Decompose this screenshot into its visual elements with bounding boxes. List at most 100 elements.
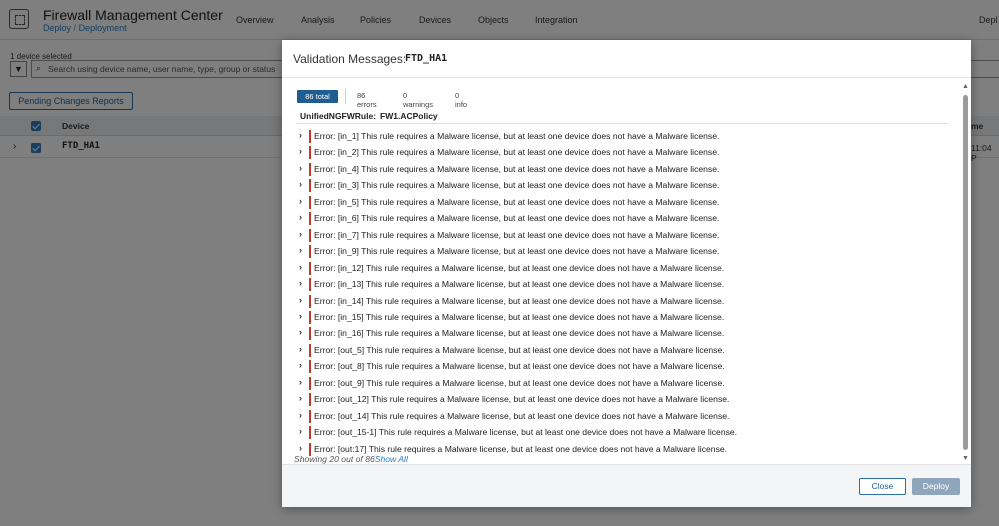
filter-divider	[345, 89, 346, 104]
list-item[interactable]: › Error: [in_2] This rule requires a Malw…	[299, 146, 939, 160]
scroll-down-icon[interactable]: ▼	[962, 455, 969, 462]
error-message-text: Error: [out_14] This rule requires a Mal…	[314, 410, 730, 421]
error-indicator	[309, 294, 311, 308]
validation-messages-dialog: Validation Messages: FTD_HA1 86 total 86…	[282, 40, 971, 507]
error-message-text: Error: [in_7] This rule requires a Malwa…	[314, 229, 720, 240]
chevron-right-icon[interactable]: ›	[299, 327, 302, 337]
chevron-right-icon[interactable]: ›	[299, 212, 302, 222]
scrollbar-thumb[interactable]	[963, 95, 968, 450]
list-item[interactable]: › Error: [in_4] This rule requires a Malw…	[299, 162, 939, 177]
chevron-right-icon[interactable]: ›	[299, 179, 302, 189]
list-item[interactable]: › Error: [in_13] This rule requires a Mal…	[299, 278, 939, 292]
list-item[interactable]: › Error: [in_5] This rule requires a Malw…	[299, 195, 939, 210]
list-item[interactable]: › Error: [in_7] This rule requires a Malw…	[299, 228, 939, 243]
dialog-device-name: FTD_HA1	[405, 53, 448, 64]
policy-divider	[296, 123, 948, 124]
chevron-right-icon[interactable]: ›	[299, 130, 302, 140]
dialog-body: 86 total 86 errors 0 warnings 0 info Uni…	[282, 79, 971, 466]
list-item[interactable]: › Error: [out_12] This rule requires a Ma…	[299, 393, 939, 407]
error-indicator	[309, 343, 311, 357]
deploy-button[interactable]: Deploy	[912, 478, 960, 495]
list-item[interactable]: › Error: [out_5] This rule requires a Mal…	[299, 343, 939, 358]
error-indicator	[309, 195, 311, 209]
chevron-right-icon[interactable]: ›	[299, 146, 302, 156]
chevron-right-icon[interactable]: ›	[299, 344, 302, 354]
chevron-right-icon[interactable]: ›	[299, 410, 302, 420]
chevron-right-icon[interactable]: ›	[299, 393, 302, 403]
error-message-text: Error: [in_6] This rule requires a Malwa…	[314, 213, 720, 224]
list-item[interactable]: › Error: [out_14] This rule requires a Ma…	[299, 409, 939, 424]
error-indicator	[309, 130, 311, 143]
chevron-right-icon[interactable]: ›	[299, 196, 302, 206]
list-item[interactable]: › Error: [in_15] This rule requires a Mal…	[299, 310, 939, 325]
error-indicator	[309, 426, 311, 440]
chevron-right-icon[interactable]: ›	[299, 360, 302, 370]
error-message-text: Error: [in_5] This rule requires a Malwa…	[314, 196, 720, 207]
dialog-title: Validation Messages:	[293, 52, 407, 66]
error-message-text: Error: [in_2] This rule requires a Malwa…	[314, 147, 720, 158]
error-message-text: Error: [in_12] This rule requires a Malw…	[314, 262, 725, 273]
error-indicator	[309, 327, 311, 341]
chevron-right-icon[interactable]: ›	[299, 229, 302, 239]
error-message-text: Error: [in_13] This rule requires a Malw…	[314, 279, 725, 290]
policy-name: FW1.ACPolicy	[380, 111, 438, 121]
error-indicator	[309, 376, 311, 390]
error-indicator	[309, 409, 311, 423]
list-item[interactable]: › Error: [out_15-1] This rule requires a …	[299, 426, 939, 440]
chevron-right-icon[interactable]: ›	[299, 245, 302, 255]
list-item[interactable]: › Error: [in_14] This rule requires a Mal…	[299, 294, 939, 309]
error-indicator	[309, 245, 311, 259]
error-indicator	[309, 162, 311, 176]
dialog-footer: Close Deploy	[282, 464, 971, 507]
showing-count: Showing 20 out of 86Show All	[294, 454, 408, 464]
list-item[interactable]: › Error: [in_16] This rule requires a Mal…	[299, 327, 939, 341]
chevron-right-icon[interactable]: ›	[299, 443, 302, 453]
scroll-up-icon[interactable]: ▲	[962, 83, 969, 90]
error-message-text: Error: [in_4] This rule requires a Malwa…	[314, 163, 720, 174]
error-message-text: Error: [in_16] This rule requires a Malw…	[314, 328, 725, 339]
error-message-text: Error: [in_9] This rule requires a Malwa…	[314, 246, 720, 257]
error-message-text: Error: [out_15-1] This rule requires a M…	[314, 427, 738, 438]
error-indicator	[309, 310, 311, 324]
chevron-right-icon[interactable]: ›	[299, 377, 302, 387]
error-message-text: Error: [out:17] This rule requires a Mal…	[314, 443, 728, 454]
error-indicator	[309, 228, 311, 242]
chevron-right-icon[interactable]: ›	[299, 426, 302, 436]
filter-errors[interactable]: 86 errors	[357, 91, 377, 109]
list-item[interactable]: › Error: [in_3] This rule requires a Malw…	[299, 179, 939, 193]
filter-warnings[interactable]: 0 warnings	[403, 91, 433, 109]
error-indicator	[309, 179, 311, 193]
chevron-right-icon[interactable]: ›	[299, 163, 302, 173]
error-message-text: Error: [out_8] This rule requires a Malw…	[314, 361, 725, 372]
policy-type: UnifiedNGFWRule:	[300, 111, 377, 121]
error-message-text: Error: [in_3] This rule requires a Malwa…	[314, 180, 720, 191]
error-indicator	[309, 393, 311, 407]
list-item[interactable]: › Error: [in_6] This rule requires a Malw…	[299, 212, 939, 226]
chevron-right-icon[interactable]: ›	[299, 278, 302, 288]
chevron-right-icon[interactable]: ›	[299, 311, 302, 321]
chevron-right-icon[interactable]: ›	[299, 262, 302, 272]
error-indicator	[309, 212, 311, 226]
list-item[interactable]: › Error: [in_12] This rule requires a Mal…	[299, 261, 939, 276]
scrollbar[interactable]: ▲ ▼	[962, 83, 970, 466]
list-item[interactable]: › Error: [in_1] This rule requires a Malw…	[299, 130, 939, 144]
error-indicator	[309, 278, 311, 292]
error-message-text: Error: [in_1] This rule requires a Malwa…	[314, 131, 720, 141]
error-indicator	[309, 360, 311, 374]
error-message-text: Error: [in_15] This rule requires a Malw…	[314, 311, 725, 322]
show-all-link[interactable]: Show All	[375, 454, 408, 464]
filter-info[interactable]: 0 info	[455, 91, 467, 109]
list-item[interactable]: › Error: [out_8] This rule requires a Mal…	[299, 360, 939, 374]
list-item[interactable]: › Error: [out_9] This rule requires a Mal…	[299, 376, 939, 391]
error-message-text: Error: [out_5] This rule requires a Malw…	[314, 344, 725, 355]
chevron-right-icon[interactable]: ›	[299, 295, 302, 305]
error-message-text: Error: [in_14] This rule requires a Malw…	[314, 295, 725, 306]
error-message-text: Error: [out_9] This rule requires a Malw…	[314, 377, 725, 388]
policy-heading: UnifiedNGFWRule: FW1.ACPolicy	[300, 111, 438, 121]
filter-total[interactable]: 86 total	[297, 90, 338, 103]
dialog-header: Validation Messages: FTD_HA1	[282, 40, 971, 78]
list-item[interactable]: › Error: [in_9] This rule requires a Malw…	[299, 245, 939, 259]
error-message-text: Error: [out_12] This rule requires a Mal…	[314, 394, 730, 405]
close-button[interactable]: Close	[859, 478, 906, 495]
error-indicator	[309, 261, 311, 275]
